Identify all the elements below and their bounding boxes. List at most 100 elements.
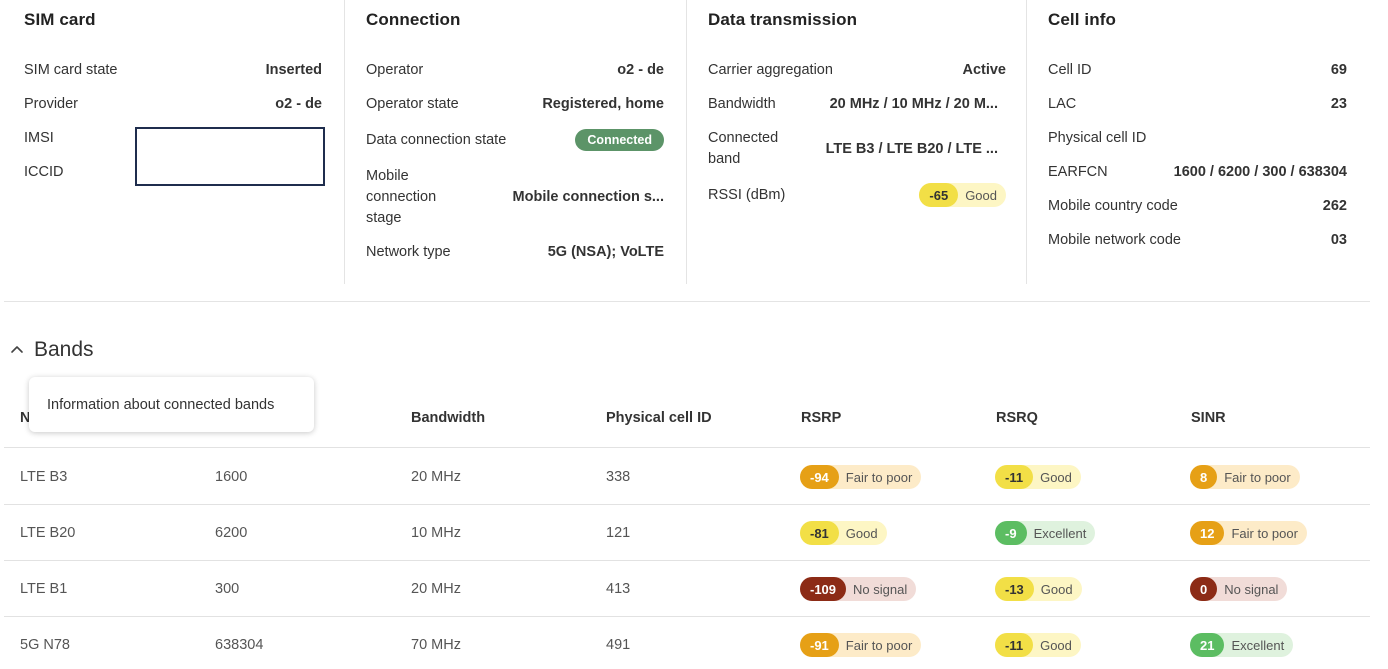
data-connection-state-label: Data connection state: [366, 132, 507, 148]
band-pci: 121: [606, 525, 631, 541]
rssi-value: -65: [919, 183, 959, 207]
rsrp-value: -81: [800, 521, 839, 545]
carrier-aggregation-value: Active: [962, 62, 1006, 78]
sim-state-row: SIM card state Inserted: [24, 59, 322, 81]
table-row: LTE B3 1600 20 MHz 338 -94 Fair to poor -…: [4, 449, 1370, 505]
sinr-status: Excellent: [1231, 637, 1285, 653]
sim-state-label: SIM card state: [24, 62, 118, 78]
cell-id-row: Cell ID 69: [1048, 59, 1347, 81]
connected-status-badge: Connected: [575, 129, 664, 151]
mcc-value: 262: [1322, 198, 1347, 214]
carrier-aggregation-row: Carrier aggregation Active: [708, 59, 1006, 81]
connection-title: Connection: [366, 10, 461, 29]
rssi-signal-badge: -65 Good: [919, 183, 1006, 207]
mnc-value: 03: [1330, 232, 1347, 248]
cell-info-title: Cell info: [1048, 10, 1116, 29]
sim-card-panel: SIM card SIM card state Inserted Provide…: [0, 0, 345, 285]
rssi-status: Good: [965, 187, 997, 203]
provider-value: o2 - de: [275, 96, 322, 112]
chevron-up-icon[interactable]: [8, 341, 26, 359]
data-transmission-title: Data transmission: [708, 10, 858, 29]
connection-panel: Connection Operator o2 - de Operator sta…: [345, 0, 686, 285]
rsrp-value: -91: [800, 633, 839, 657]
rsrq-status: Good: [1040, 581, 1073, 597]
rsrp-signal-badge: -81 Good: [800, 521, 887, 545]
sinr-value: 21: [1190, 633, 1225, 657]
band-bandwidth: 10 MHz: [411, 525, 461, 541]
bandwidth-row: Bandwidth 20 MHz / 10 MHz / 20 M...: [708, 93, 998, 115]
lac-label: LAC: [1048, 96, 1077, 112]
bands-title: Bands: [34, 338, 94, 361]
cell-id-label: Cell ID: [1048, 62, 1092, 78]
section-divider: [4, 301, 1370, 302]
rsrq-status: Good: [1040, 469, 1072, 485]
band-pci: 491: [606, 637, 631, 653]
connected-band-label: Connected band: [708, 128, 798, 170]
cell-id-value: 69: [1330, 62, 1347, 78]
rsrp-status: Fair to poor: [845, 469, 913, 485]
sinr-signal-badge: 0 No signal: [1190, 577, 1288, 601]
rsrq-value: -9: [995, 521, 1027, 545]
sim-state-value: Inserted: [265, 62, 322, 78]
table-row: LTE B1 300 20 MHz 413 -109 No signal -13 G…: [4, 561, 1370, 617]
rsrp-cell: -109 No signal: [800, 561, 917, 617]
band-pci: 338: [606, 469, 631, 485]
cell-info-panel: Cell info Cell ID 69 LAC 23 Physical cel…: [1027, 0, 1370, 285]
col-pci-header[interactable]: Physical cell ID: [606, 410, 712, 426]
table-row: LTE B20 6200 10 MHz 121 -81 Good -9 Excell…: [4, 505, 1370, 561]
rssi-row: RSSI (dBm) -65 Good: [708, 183, 1006, 207]
mnc-row: Mobile network code 03: [1048, 229, 1347, 251]
rsrp-cell: -81 Good: [800, 505, 887, 561]
band-earfcn: 6200: [215, 525, 248, 541]
table-row: 5G N78 638304 70 MHz 491 -91 Fair to poor…: [4, 617, 1370, 669]
data-connection-state-row: Data connection state Connected: [366, 127, 664, 153]
band-pci: 413: [606, 581, 631, 597]
sinr-cell: 21 Excellent: [1190, 617, 1294, 669]
rssi-label: RSSI (dBm): [708, 187, 786, 203]
sinr-status: Fair to poor: [1224, 469, 1291, 485]
rsrp-value: -109: [800, 577, 847, 601]
band-name: LTE B3: [20, 469, 68, 485]
imsi-label: IMSI: [24, 130, 54, 146]
physical-cell-id-row: Physical cell ID: [1048, 127, 1347, 149]
earfcn-value: 1600 / 6200 / 300 / 638304: [1173, 164, 1347, 180]
connected-band-value: LTE B3 / LTE B20 / LTE ...: [825, 141, 998, 157]
operator-state-row: Operator state Registered, home: [366, 93, 664, 115]
mobile-connection-stage-value: Mobile connection s...: [512, 189, 664, 205]
rsrq-value: -13: [995, 577, 1034, 601]
physical-cell-id-label: Physical cell ID: [1048, 130, 1147, 146]
rsrp-value: -94: [800, 465, 839, 489]
sim-card-title: SIM card: [24, 10, 96, 29]
rsrp-status: Fair to poor: [845, 637, 913, 653]
col-bandwidth-header[interactable]: Bandwidth: [411, 410, 485, 426]
sinr-value: 12: [1190, 521, 1225, 545]
sinr-value: 8: [1190, 465, 1218, 489]
band-earfcn: 300: [215, 581, 240, 597]
mobile-connection-stage-label: Mobile connection stage: [366, 166, 461, 229]
rsrq-status: Good: [1040, 637, 1072, 653]
col-rsrq-header[interactable]: RSRQ: [996, 410, 1038, 426]
operator-state-label: Operator state: [366, 96, 459, 112]
rsrq-cell: -13 Good: [995, 561, 1082, 617]
mcc-row: Mobile country code 262: [1048, 195, 1347, 217]
carrier-aggregation-label: Carrier aggregation: [708, 62, 833, 78]
band-bandwidth: 20 MHz: [411, 469, 461, 485]
sinr-status: Fair to poor: [1231, 525, 1298, 541]
band-bandwidth: 70 MHz: [411, 637, 461, 653]
iccid-label: ICCID: [24, 164, 64, 180]
band-earfcn: 638304: [215, 637, 264, 653]
col-sinr-header[interactable]: SINR: [1191, 410, 1226, 426]
provider-label: Provider: [24, 96, 78, 112]
redaction-box: [135, 127, 325, 186]
operator-state-value: Registered, home: [542, 96, 664, 112]
mobile-connection-stage-label-text: Mobile connection stage: [366, 167, 437, 226]
col-rsrp-header[interactable]: RSRP: [801, 410, 841, 426]
sinr-cell: 12 Fair to poor: [1190, 505, 1307, 561]
sinr-cell: 8 Fair to poor: [1190, 449, 1300, 505]
rsrq-signal-badge: -11 Good: [995, 633, 1081, 657]
bands-section-toggle[interactable]: Bands: [8, 338, 94, 362]
rsrq-value: -11: [995, 465, 1034, 489]
bands-tooltip: Information about connected bands: [29, 377, 314, 432]
bandwidth-value: 20 MHz / 10 MHz / 20 M...: [829, 96, 998, 112]
rsrp-signal-badge: -94 Fair to poor: [800, 465, 922, 489]
